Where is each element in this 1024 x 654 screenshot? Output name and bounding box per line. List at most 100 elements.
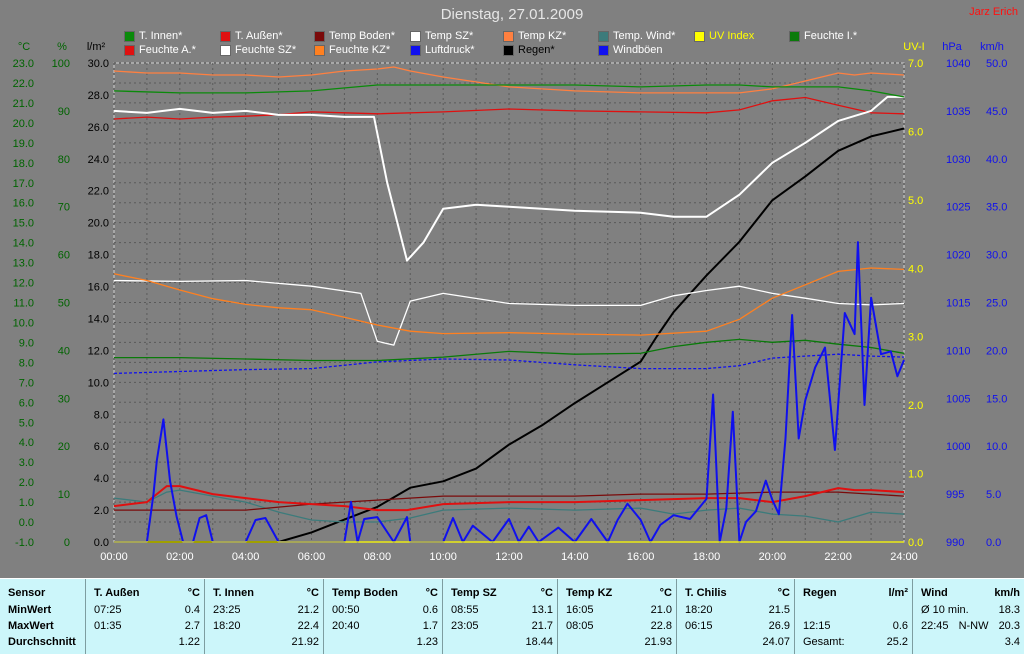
axis-tick-label-temp: 20.0 bbox=[13, 118, 34, 130]
axis-tick-label-humidity: 40 bbox=[58, 345, 70, 357]
stats-col-name: Temp Boden bbox=[332, 587, 398, 599]
stats-col-name: Temp SZ bbox=[451, 587, 497, 599]
axis-tick-label-rain: 26.0 bbox=[88, 122, 109, 134]
stats-min-time: 23:25 bbox=[213, 604, 241, 616]
axis-tick-label-humidity: 90 bbox=[58, 106, 70, 118]
axis-unit-label-temp: °C bbox=[18, 41, 30, 53]
stats-avg-value: 18.44 bbox=[525, 636, 553, 648]
stats-col-t-aussen: T. Außen °C 07:25 0.4 01:35 2.7 1.22 bbox=[86, 579, 205, 654]
stats-col-unit: °C bbox=[187, 587, 200, 599]
axis-tick-label-humidity: 30 bbox=[58, 393, 70, 405]
stats-col-name: T. Außen bbox=[94, 587, 140, 599]
stats-max-value: 20.3 bbox=[998, 620, 1020, 632]
axis-tick-label-pressure: 1025 bbox=[946, 202, 970, 214]
axis-tick-label-wind: 30.0 bbox=[986, 250, 1007, 262]
axis-tick-label-wind: 40.0 bbox=[986, 154, 1007, 166]
stats-col-name: Regen bbox=[803, 587, 837, 599]
axis-tick-label-rain: 10.0 bbox=[88, 377, 109, 389]
stats-avg-value: 24.07 bbox=[762, 636, 790, 648]
stats-max-value: 0.6 bbox=[892, 620, 908, 632]
stats-avg-value: 21.92 bbox=[291, 636, 319, 648]
stats-min-label: MinWert bbox=[8, 604, 52, 616]
axis-tick-label-rain: 0.0 bbox=[94, 537, 109, 549]
axis-tick-label-temp: 3.0 bbox=[19, 457, 34, 469]
stats-total-label: Gesamt: bbox=[803, 636, 845, 648]
axis-tick-label-temp: 19.0 bbox=[13, 138, 34, 150]
stats-max-value: 22.4 bbox=[297, 620, 319, 632]
axis-tick-label-rain: 18.0 bbox=[88, 250, 109, 262]
stats-col-wind: Wind km/h Ø 10 min. 18.3 22:45 N-NW 20.3 3.4 bbox=[913, 579, 1024, 654]
axis-tick-label-temp: 13.0 bbox=[13, 258, 34, 270]
axis-tick-label-rain: 6.0 bbox=[94, 441, 109, 453]
stats-min-value: 18.3 bbox=[998, 604, 1020, 616]
stats-min-time: 00:50 bbox=[332, 604, 360, 616]
axis-unit-label-humidity: % bbox=[57, 41, 67, 53]
stats-max-time: 12:15 bbox=[803, 620, 831, 632]
stats-col-temp-boden: Temp Boden °C 00:50 0.6 20:40 1.7 1.23 bbox=[324, 579, 443, 654]
x-tick-label: 22:00 bbox=[824, 551, 852, 563]
axis-tick-label-rain: 14.0 bbox=[88, 313, 109, 325]
stats-col-unit: l/m² bbox=[888, 587, 908, 599]
axis-tick-label-temp: 10.0 bbox=[13, 317, 34, 329]
stats-col-name: T. Chilis bbox=[685, 587, 727, 599]
stats-col-t-chilis: T. Chilis °C 18:20 21.5 06:15 26.9 24.07 bbox=[677, 579, 795, 654]
stats-col-regen: Regen l/m² 12:15 0.6 Gesamt: 25.2 bbox=[795, 579, 913, 654]
stats-min-time: 16:05 bbox=[566, 604, 594, 616]
axis-tick-label-temp: 7.0 bbox=[19, 377, 34, 389]
stats-min-value: 21.2 bbox=[297, 604, 319, 616]
x-tick-label: 04:00 bbox=[232, 551, 260, 563]
axis-tick-label-wind: 15.0 bbox=[986, 393, 1007, 405]
axis-tick-label-temp: 17.0 bbox=[13, 178, 34, 190]
axis-tick-label-humidity: 10 bbox=[58, 489, 70, 501]
stats-col-name: Wind bbox=[921, 587, 948, 599]
axis-tick-label-rain: 24.0 bbox=[88, 154, 109, 166]
axis-tick-label-wind: 50.0 bbox=[986, 58, 1007, 70]
axis-tick-label-rain: 22.0 bbox=[88, 186, 109, 198]
stats-row-labels: Sensor MinWert MaxWert Durchschnitt bbox=[0, 579, 86, 654]
axis-tick-label-temp: 12.0 bbox=[13, 278, 34, 290]
axis-tick-label-pressure: 1035 bbox=[946, 106, 970, 118]
stats-col-unit: °C bbox=[540, 587, 553, 599]
x-tick-label: 10:00 bbox=[429, 551, 457, 563]
x-tick-label: 16:00 bbox=[627, 551, 655, 563]
axis-tick-label-temp: 5.0 bbox=[19, 417, 34, 429]
axis-tick-label-temp: 15.0 bbox=[13, 218, 34, 230]
axis-tick-label-temp: 11.0 bbox=[13, 298, 34, 310]
stats-min-value: 21.0 bbox=[650, 604, 672, 616]
axis-tick-label-uv: 1.0 bbox=[908, 469, 923, 481]
stats-max-dir: N-NW bbox=[958, 620, 989, 632]
x-tick-label: 24:00 bbox=[890, 551, 918, 563]
stats-max-value: 22.8 bbox=[650, 620, 672, 632]
axis-tick-label-rain: 12.0 bbox=[88, 345, 109, 357]
stats-max-time: 23:05 bbox=[451, 620, 479, 632]
axis-tick-label-rain: 16.0 bbox=[88, 282, 109, 294]
stats-max-time: 22:45 bbox=[921, 620, 949, 632]
stats-min-label: Ø 10 min. bbox=[921, 604, 969, 616]
stats-max-time: 01:35 bbox=[94, 620, 122, 632]
axis-tick-label-temp: 6.0 bbox=[19, 397, 34, 409]
stats-max-time: 08:05 bbox=[566, 620, 594, 632]
axis-tick-label-temp: 23.0 bbox=[13, 58, 34, 70]
stats-max-time: 06:15 bbox=[685, 620, 713, 632]
axis-tick-label-temp: 21.0 bbox=[13, 98, 34, 110]
stats-col-temp-sz: Temp SZ °C 08:55 13.1 23:05 21.7 18.44 bbox=[443, 579, 558, 654]
axis-tick-label-wind: 20.0 bbox=[986, 345, 1007, 357]
stats-avg-value: 3.4 bbox=[1004, 636, 1020, 648]
stats-max-time: 18:20 bbox=[213, 620, 241, 632]
chart-area: Dienstag, 27.01.2009 Jarz Erich T. Innen… bbox=[0, 0, 1024, 578]
x-tick-label: 02:00 bbox=[166, 551, 194, 563]
axis-tick-label-humidity: 100 bbox=[52, 58, 70, 70]
axis-tick-label-pressure: 1040 bbox=[946, 58, 970, 70]
x-tick-label: 06:00 bbox=[298, 551, 326, 563]
stats-avg-value: 1.22 bbox=[178, 636, 200, 648]
axis-tick-label-humidity: 0 bbox=[64, 537, 70, 549]
stats-min-time: 08:55 bbox=[451, 604, 479, 616]
axis-tick-label-temp: 22.0 bbox=[13, 78, 34, 90]
stats-avg-label: Durchschnitt bbox=[8, 636, 76, 648]
stats-min-value: 21.5 bbox=[768, 604, 790, 616]
axis-tick-label-uv: 0.0 bbox=[908, 537, 923, 549]
stats-max-value: 21.7 bbox=[531, 620, 553, 632]
axis-tick-label-wind: 25.0 bbox=[986, 298, 1007, 310]
axis-tick-label-temp: 9.0 bbox=[19, 337, 34, 349]
axis-tick-label-pressure: 1005 bbox=[946, 393, 970, 405]
